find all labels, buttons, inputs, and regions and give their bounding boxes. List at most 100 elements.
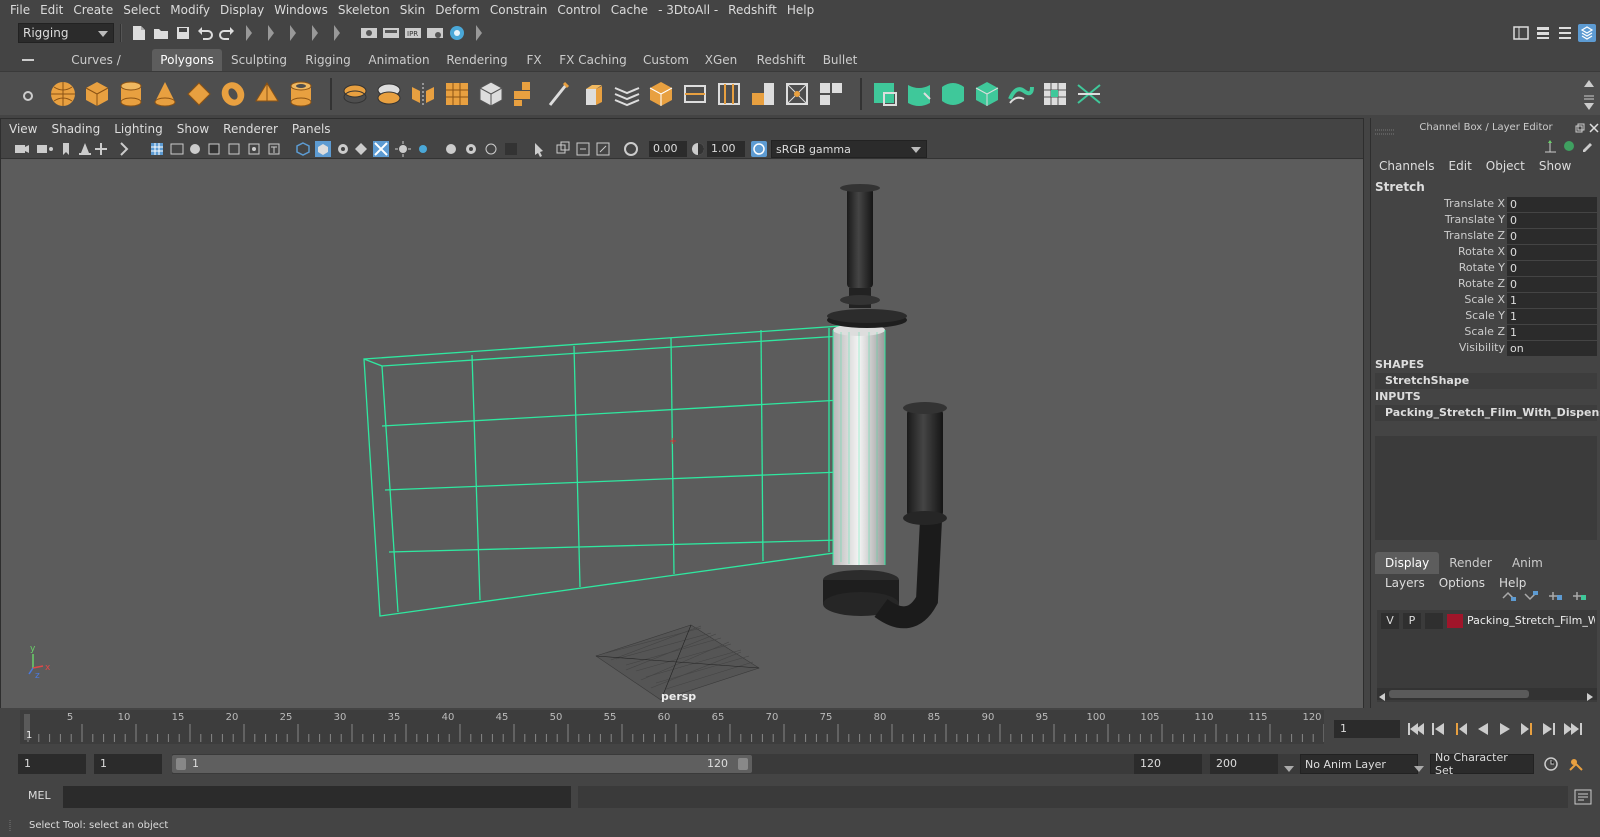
gamma-field[interactable]: 1.00 xyxy=(707,141,745,157)
attr-row-translate-z[interactable]: Translate Z0 xyxy=(1371,228,1597,244)
collapse-arrow-icon[interactable] xyxy=(311,24,319,42)
undo-icon[interactable] xyxy=(196,24,214,42)
attr-row-visibility[interactable]: Visibility on xyxy=(1371,340,1597,356)
viewport-toolbar-icons[interactable] xyxy=(5,139,525,159)
time-slider-track[interactable]: 1 5 10 15 20 25 30 35 40 45 50 55 60 65 … xyxy=(20,710,1324,744)
attr-value[interactable]: 1 xyxy=(1507,325,1597,340)
close-icon[interactable] xyxy=(1589,122,1599,136)
viewport-toolbar-icons-2[interactable] xyxy=(529,139,649,159)
poly-cylinder-icon[interactable] xyxy=(116,79,146,109)
layer-color-swatch[interactable] xyxy=(1447,614,1463,628)
chevron-down-icon[interactable] xyxy=(1414,761,1424,775)
shelf-tab-custom[interactable]: Custom xyxy=(640,49,692,71)
cb-menu-channels[interactable]: Channels xyxy=(1379,159,1435,173)
uv-editor-icon[interactable] xyxy=(1040,79,1070,109)
shelf-tab-rendering[interactable]: Rendering xyxy=(442,49,512,71)
uv-cut-sew-icon[interactable] xyxy=(1074,79,1104,109)
layer-list-scrollbar[interactable] xyxy=(1377,688,1597,701)
animation-preferences-icon[interactable] xyxy=(1568,756,1586,775)
cb-menu-edit[interactable]: Edit xyxy=(1449,159,1472,173)
attr-value[interactable]: 1 xyxy=(1507,309,1597,324)
layer-name[interactable]: Packing_Stretch_Film_Wi xyxy=(1467,613,1595,629)
save-scene-icon[interactable] xyxy=(174,24,192,42)
viewport-menu-renderer[interactable]: Renderer xyxy=(223,122,278,136)
menu-skin[interactable]: Skin xyxy=(398,3,434,17)
viewport-menu-view[interactable]: View xyxy=(9,122,37,136)
shelf-tab-xgen[interactable]: XGen xyxy=(700,49,742,71)
cb-menu-object[interactable]: Object xyxy=(1486,159,1525,173)
redo-icon[interactable] xyxy=(218,24,236,42)
collapse-arrow-icon[interactable] xyxy=(245,24,253,42)
attr-row-scale-y[interactable]: Scale Y1 xyxy=(1371,308,1597,324)
menu-cache[interactable]: Cache xyxy=(609,3,656,17)
attr-row-scale-x[interactable]: Scale X1 xyxy=(1371,292,1597,308)
animation-end-field[interactable]: 200 xyxy=(1210,754,1278,774)
auto-key-icon[interactable] xyxy=(1542,756,1560,775)
attr-value[interactable]: 0 xyxy=(1507,245,1597,260)
script-editor-icon[interactable] xyxy=(1574,789,1592,808)
render-settings-icon[interactable] xyxy=(426,24,444,42)
combine-icon[interactable] xyxy=(340,79,370,109)
playback-start-field[interactable]: 1 xyxy=(94,754,162,774)
uv-automatic-icon[interactable] xyxy=(972,79,1002,109)
viewport-menu-show[interactable]: Show xyxy=(177,122,209,136)
menu-control[interactable]: Control xyxy=(555,3,608,17)
range-slider[interactable]: 1 120 xyxy=(172,754,1302,774)
menu-file[interactable]: File xyxy=(8,3,38,17)
uv-unfold-icon[interactable] xyxy=(1006,79,1036,109)
playback-end-field[interactable]: 120 xyxy=(1134,754,1202,774)
separate-icon[interactable] xyxy=(374,79,404,109)
float-panel-icon[interactable] xyxy=(1575,122,1585,136)
layer-row[interactable]: V P Packing_Stretch_Film_Wi xyxy=(1379,612,1595,630)
script-language-label[interactable]: MEL xyxy=(28,789,51,802)
shelf-tab-bullet[interactable]: Bullet xyxy=(818,49,862,71)
color-management-icon[interactable] xyxy=(751,141,767,157)
scroll-left-icon[interactable] xyxy=(1379,690,1385,704)
play-forwards-icon[interactable] xyxy=(1500,723,1510,735)
attr-value[interactable]: 1 xyxy=(1507,293,1597,308)
layer-display-type-toggle[interactable] xyxy=(1425,613,1443,629)
append-polygon-icon[interactable] xyxy=(748,79,778,109)
render-view-icon[interactable] xyxy=(360,24,378,42)
range-slider-handle[interactable]: 1 120 xyxy=(172,755,752,773)
menu-help[interactable]: Help xyxy=(785,3,822,17)
shelf-scroll-up-icon[interactable] xyxy=(1584,76,1594,90)
scrollbar-thumb[interactable] xyxy=(1389,690,1529,698)
attr-row-scale-z[interactable]: Scale Z1 xyxy=(1371,324,1597,340)
poly-pyramid-icon[interactable] xyxy=(252,79,282,109)
reduce-icon[interactable] xyxy=(476,79,506,109)
collapse-arrow-icon[interactable] xyxy=(289,24,297,42)
exposure-field[interactable]: 0.00 xyxy=(649,141,687,157)
axis-icon[interactable] xyxy=(1543,139,1557,156)
poke-icon[interactable] xyxy=(782,79,812,109)
time-slider[interactable]: 1 5 10 15 20 25 30 35 40 45 50 55 60 65 … xyxy=(0,710,1600,746)
attr-row-translate-y[interactable]: Translate Y0 xyxy=(1371,212,1597,228)
insert-edge-loop-icon[interactable] xyxy=(680,79,710,109)
attr-value[interactable]: 0 xyxy=(1507,229,1597,244)
poly-cone-icon[interactable] xyxy=(150,79,180,109)
menu-edit[interactable]: Edit xyxy=(38,3,71,17)
attr-row-translate-x[interactable]: Translate X0 xyxy=(1371,196,1597,212)
poly-sphere-icon[interactable] xyxy=(48,79,78,109)
poly-plane-icon[interactable] xyxy=(184,79,214,109)
move-layer-up-icon[interactable] xyxy=(1501,590,1517,605)
menu-display[interactable]: Display xyxy=(218,3,272,17)
shelf-tab-redshift[interactable]: Redshift xyxy=(752,49,810,71)
poly-cube-icon[interactable] xyxy=(82,79,112,109)
move-layer-down-icon[interactable] xyxy=(1523,590,1539,605)
character-set-dropdown[interactable]: No Character Set xyxy=(1430,751,1534,777)
render-frame-icon[interactable] xyxy=(382,24,400,42)
attr-row-rotate-x[interactable]: Rotate X0 xyxy=(1371,244,1597,260)
range-end-grip[interactable] xyxy=(738,758,748,770)
viewport-scene[interactable]: y x z persp xyxy=(1,160,1363,708)
color-space-dropdown[interactable]: sRGB gamma xyxy=(771,140,927,158)
menu-skeleton[interactable]: Skeleton xyxy=(336,3,398,17)
viewport-menu-shading[interactable]: Shading xyxy=(51,122,100,136)
ipr-render-icon[interactable]: IPR xyxy=(404,24,422,42)
go-to-start-icon[interactable] xyxy=(1408,723,1424,735)
new-layer-selected-icon[interactable] xyxy=(1571,590,1587,605)
animation-start-field[interactable]: 1 xyxy=(18,754,86,774)
remesh-icon[interactable] xyxy=(510,79,540,109)
layer-tab-display[interactable]: Display xyxy=(1375,552,1440,574)
current-frame-field[interactable]: 1 xyxy=(1334,720,1400,738)
